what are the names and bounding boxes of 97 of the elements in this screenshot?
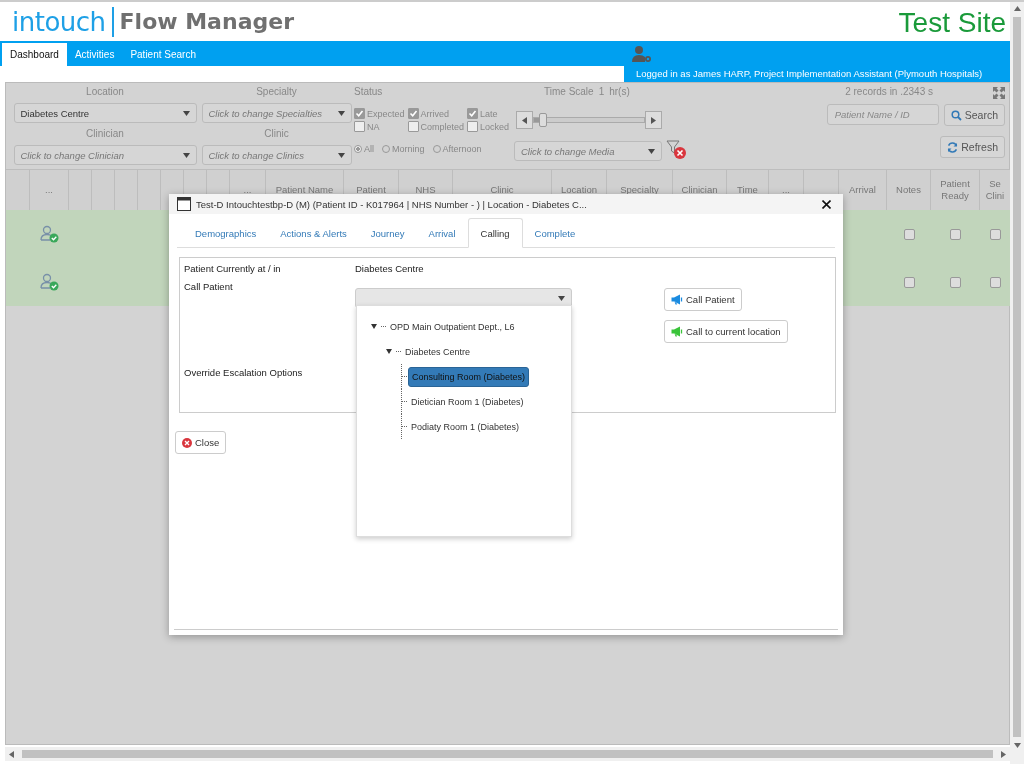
- close-icon: [182, 437, 192, 448]
- status-checkbox[interactable]: Locked: [467, 121, 510, 132]
- nav-tab[interactable]: Patient Search: [122, 43, 204, 66]
- close-button[interactable]: Close: [175, 431, 227, 454]
- row-checkbox[interactable]: [950, 276, 961, 288]
- down-arrow-icon[interactable]: [1013, 743, 1021, 748]
- call-button[interactable]: Call to current location: [664, 320, 788, 343]
- tree-item[interactable]: OPD Main Outpatient Dept., L6: [387, 317, 518, 336]
- checkmark-icon: [468, 109, 478, 118]
- location-select[interactable]: Diabetes Centre: [13, 103, 197, 123]
- column-header[interactable]: Notes: [887, 169, 931, 210]
- time-scale-unit: hr(s): [609, 86, 630, 99]
- row-checkbox[interactable]: [903, 276, 915, 288]
- right-arrow-icon: [651, 116, 656, 124]
- status-checkbox[interactable]: Arrived: [407, 108, 465, 119]
- brand-logo: intouch: [12, 6, 106, 37]
- caret-icon: [558, 295, 565, 301]
- column-header[interactable]: ...: [30, 169, 69, 210]
- row-checkbox[interactable]: [903, 228, 915, 240]
- checkmark-icon: [355, 109, 364, 118]
- patient-arrived-icon[interactable]: [39, 273, 60, 291]
- clinician-select[interactable]: Click to change Clinician: [13, 145, 197, 165]
- user-settings-icon[interactable]: [632, 45, 652, 63]
- app-title: Flow Manager: [119, 9, 294, 34]
- caret-icon: [337, 152, 345, 158]
- location-label: Location: [86, 86, 124, 99]
- slider-right-button[interactable]: [645, 111, 662, 129]
- status-checkbox[interactable]: NA: [354, 121, 405, 132]
- horizontal-scrollbar[interactable]: [5, 747, 1010, 761]
- dialog-tab[interactable]: Calling: [467, 218, 523, 248]
- tree-item[interactable]: Dietician Room 1 (Diabetes): [408, 392, 527, 411]
- clear-filter-icon[interactable]: [666, 139, 688, 161]
- row-checkbox[interactable]: [950, 228, 961, 240]
- tree-line: [381, 326, 386, 327]
- vertical-scrollbar[interactable]: [1010, 2, 1024, 764]
- tree-item[interactable]: Consulting Room (Diabetes): [408, 366, 530, 387]
- refresh-button[interactable]: Refresh: [940, 136, 1005, 158]
- caret-icon: [648, 148, 655, 154]
- time-scale-label: Time Scale: [544, 86, 594, 99]
- clinician-label: Clinician: [86, 128, 124, 141]
- field-label: Patient Currently at / in: [184, 263, 282, 274]
- session-radio[interactable]: Afternoon: [432, 144, 482, 154]
- session-radio[interactable]: All: [354, 144, 374, 154]
- dialog-tab[interactable]: Actions & Alerts: [268, 219, 359, 247]
- field-label: Override Escalation Options: [184, 367, 304, 378]
- status-checkbox[interactable]: Expected: [354, 108, 405, 119]
- row-checkbox[interactable]: [990, 228, 1001, 240]
- time-scale-value: 1: [598, 86, 605, 99]
- scrollbar-thumb[interactable]: [1013, 17, 1021, 737]
- records-count: 2 records in .2343 s: [845, 86, 933, 99]
- call-button[interactable]: Call Patient: [664, 288, 742, 311]
- left-arrow-icon: [522, 116, 527, 124]
- dialog-tab[interactable]: Complete: [522, 219, 588, 247]
- search-button[interactable]: Search: [943, 104, 1005, 126]
- slider-left-button[interactable]: [516, 111, 533, 129]
- dialog-tab[interactable]: Journey: [358, 219, 417, 247]
- dialog-tab[interactable]: Arrival: [416, 219, 468, 247]
- window-icon: [177, 197, 191, 211]
- tree-item[interactable]: Diabetes Centre: [402, 342, 474, 361]
- patient-search-field[interactable]: Patient Name / ID: [826, 104, 939, 125]
- tree-item[interactable]: Podiaty Room 1 (Diabetes): [408, 417, 523, 436]
- patient-arrived-icon[interactable]: [39, 225, 60, 243]
- left-arrow-icon[interactable]: [9, 750, 14, 758]
- search-icon: [950, 109, 962, 121]
- row-checkbox[interactable]: [990, 276, 1001, 288]
- site-label: Test Site: [898, 6, 1006, 39]
- column-header[interactable]: Arrival: [839, 169, 887, 210]
- caret-icon: [182, 152, 190, 158]
- status-checkbox[interactable]: Completed: [407, 121, 465, 132]
- dialog-tab[interactable]: Demographics: [183, 219, 269, 247]
- right-arrow-icon[interactable]: [1001, 750, 1006, 758]
- field-label: Call Patient: [184, 281, 234, 292]
- column-header[interactable]: Patient Ready: [931, 169, 980, 210]
- refresh-icon: [947, 141, 959, 153]
- nav-tab[interactable]: Activities: [66, 43, 123, 66]
- status-label: Status: [354, 86, 383, 99]
- scrollbar-thumb[interactable]: [22, 750, 993, 758]
- call-location-select[interactable]: [355, 288, 572, 308]
- column-header[interactable]: Se Clini: [980, 169, 1011, 210]
- megaphone-icon: [671, 294, 683, 305]
- caret-icon: [337, 110, 345, 116]
- status-checkbox[interactable]: Late: [467, 108, 510, 119]
- up-arrow-icon[interactable]: [1013, 6, 1021, 11]
- logged-in-text: Logged in as James HARP, Project Implementation Assistant (Plymouth Hospitals): [636, 68, 983, 79]
- media-select[interactable]: Click to change Media: [514, 141, 662, 161]
- tree-line: [396, 351, 401, 352]
- megaphone-icon: [671, 326, 683, 337]
- specialty-select[interactable]: Click to change Specialties: [201, 103, 352, 123]
- checkmark-icon: [408, 109, 418, 118]
- nav-tab[interactable]: Dashboard: [2, 43, 67, 66]
- clinic-select[interactable]: Click to change Clinics: [201, 145, 352, 165]
- current-location-value: Diabetes Centre: [355, 263, 424, 274]
- clinic-label: Clinic: [264, 128, 289, 141]
- session-radio[interactable]: Morning: [382, 144, 425, 154]
- specialty-label: Specialty: [256, 86, 297, 99]
- caret-icon: [182, 110, 190, 116]
- fullscreen-icon[interactable]: [993, 87, 1005, 99]
